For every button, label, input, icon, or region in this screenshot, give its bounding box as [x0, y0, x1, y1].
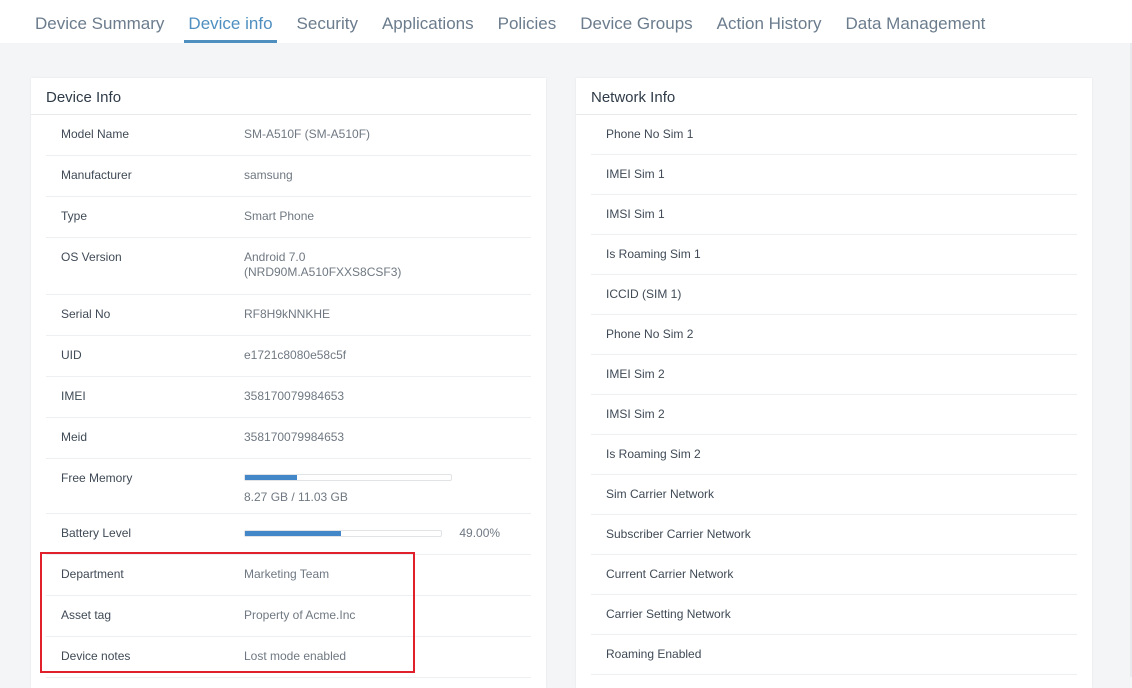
network-row: Subscriber Carrier Network — [591, 515, 1077, 555]
info-label: UID — [61, 348, 82, 362]
network-row: IMSI Sim 1 — [591, 195, 1077, 235]
info-label: Serial No — [61, 307, 111, 321]
info-row-free-memory: Free Memory 8.27 GB / 11.03 GB — [46, 459, 531, 514]
tab-action-history[interactable]: Action History — [717, 0, 822, 43]
network-row: Phone No Sim 1 — [591, 115, 1077, 155]
network-row: Sim Carrier Network — [591, 475, 1077, 515]
info-value: samsung — [244, 168, 293, 182]
info-row-department: Department Marketing Team — [46, 555, 531, 596]
info-value: Lost mode enabled — [244, 649, 347, 663]
network-row: IMEI Sim 2 — [591, 355, 1077, 395]
info-label: Free Memory — [61, 471, 133, 485]
info-label: Model Name — [61, 127, 130, 141]
network-row: IMSI Sim 2 — [591, 395, 1077, 435]
network-row: ICCID (SIM 1) — [591, 275, 1077, 315]
info-row-manufacturer: Manufacturer samsung — [46, 156, 531, 197]
tab-device-info[interactable]: Device info — [184, 0, 277, 43]
network-row: IMEI Sim 1 — [591, 155, 1077, 195]
network-row: Is Roaming Sim 2 — [591, 435, 1077, 475]
tab-bar: Device Summary Device info Security Appl… — [0, 0, 1132, 43]
info-value: RF8H9kNNKHE — [244, 307, 331, 321]
info-value: SM-A510F (SM-A510F) — [244, 127, 371, 141]
network-row: Is Roaming Sim 1 — [591, 235, 1077, 275]
info-row-uid: UID e1721c8080e58c5f — [46, 336, 531, 377]
info-value: 358170079984653 — [244, 389, 345, 403]
tab-security[interactable]: Security — [297, 0, 358, 43]
device-info-card: Device Info Model Name SM-A510F (SM-A510… — [31, 78, 546, 688]
battery-percent: 49.00% — [459, 526, 501, 541]
info-row-imei: IMEI 358170079984653 — [46, 377, 531, 418]
memory-progress-bar — [244, 474, 452, 481]
info-label: IMEI — [61, 389, 86, 403]
info-row-os-version: OS Version Android 7.0 (NRD90M.A510FXXS8… — [46, 238, 531, 295]
battery-progress-fill — [245, 531, 342, 537]
info-label: Manufacturer — [61, 168, 132, 182]
info-row-battery-level: Battery Level 49.00% — [46, 514, 531, 555]
info-value: 8.27 GB / 11.03 GB — [244, 459, 452, 513]
os-version-line: Android 7.0 — [244, 250, 306, 264]
tab-device-summary[interactable]: Device Summary — [35, 0, 164, 43]
memory-progress-fill — [245, 475, 297, 480]
info-row-device-notes: Device notes Lost mode enabled — [46, 637, 531, 678]
info-label: Meid — [61, 430, 88, 444]
info-label: Battery Level — [61, 526, 132, 540]
info-row-meid: Meid 358170079984653 — [46, 418, 531, 459]
info-label: OS Version — [61, 250, 122, 264]
info-label: Department — [61, 567, 124, 581]
network-row: Current Carrier Network — [591, 555, 1077, 595]
network-row: Carrier Setting Network — [591, 595, 1077, 635]
info-value: Android 7.0 (NRD90M.A510FXXS8CSF3) — [244, 238, 401, 294]
os-build-line: (NRD90M.A510FXXS8CSF3) — [244, 265, 402, 279]
info-row-type: Type Smart Phone — [46, 197, 531, 238]
info-row-asset-tag: Asset tag Property of Acme.Inc — [46, 596, 531, 637]
info-value: Smart Phone — [244, 209, 315, 223]
tab-policies[interactable]: Policies — [498, 0, 557, 43]
tab-data-management[interactable]: Data Management — [846, 0, 986, 43]
tab-device-groups[interactable]: Device Groups — [580, 0, 692, 43]
info-label: Asset tag — [61, 608, 112, 622]
memory-text: 8.27 GB / 11.03 GB — [244, 490, 348, 504]
network-info-card: Network Info Phone No Sim 1 IMEI Sim 1 I… — [576, 78, 1092, 688]
info-value: 358170079984653 — [244, 430, 345, 444]
info-label: Type — [61, 209, 88, 223]
network-row: Phone No Sim 2 — [591, 315, 1077, 355]
device-info-title: Device Info — [31, 78, 531, 115]
info-value: e1721c8080e58c5f — [244, 348, 347, 362]
info-row-model-name: Model Name SM-A510F (SM-A510F) — [46, 115, 531, 156]
info-value: Property of Acme.Inc — [244, 608, 356, 622]
battery-progress-bar — [244, 530, 442, 538]
info-row-serial-no: Serial No RF8H9kNNKHE — [46, 295, 531, 336]
info-value: Marketing Team — [244, 567, 330, 581]
info-label: Device notes — [61, 649, 131, 663]
network-info-title: Network Info — [576, 78, 1077, 115]
network-row: Roaming Enabled — [591, 635, 1077, 675]
info-value: 49.00% — [244, 514, 500, 554]
tab-applications[interactable]: Applications — [382, 0, 474, 43]
